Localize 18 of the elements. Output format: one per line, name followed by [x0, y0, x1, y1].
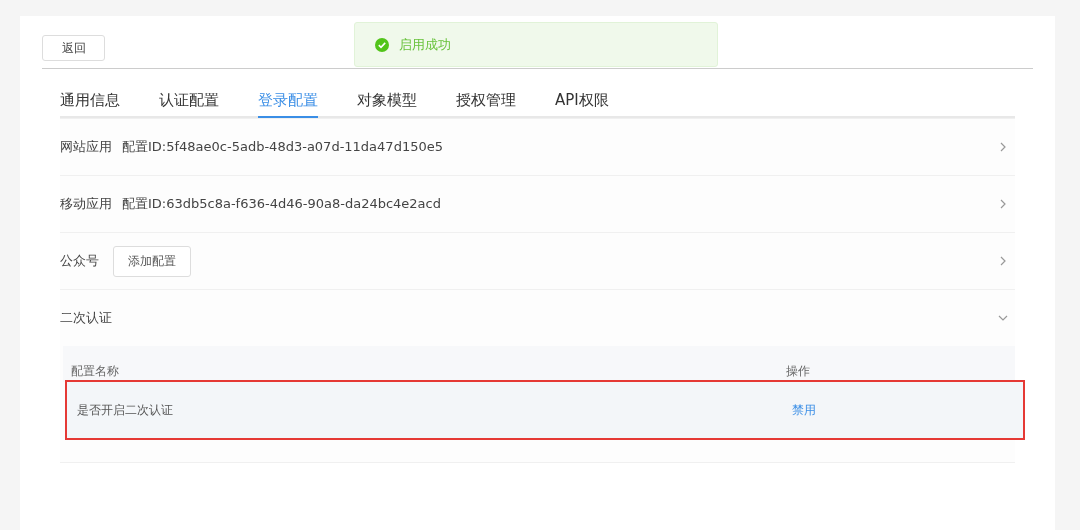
tab[interactable]: 对象模型	[357, 91, 417, 118]
column-header: 配置名称	[70, 363, 120, 380]
config-id: 配置ID:63db5c8a-f636-4d46-90a8-da24bc4e2acd	[122, 195, 441, 213]
toast-message: 启用成功	[399, 35, 451, 54]
add-config-button[interactable]: 添加配置	[113, 245, 191, 277]
section-label: 公众号	[60, 252, 99, 270]
back-button[interactable]: 返回	[42, 35, 105, 61]
tab[interactable]: API权限	[555, 91, 609, 118]
tab[interactable]: 授权管理	[456, 91, 516, 118]
column-header: 操作	[786, 363, 810, 380]
section-label: 二次认证	[60, 309, 112, 327]
tab[interactable]: 通用信息	[60, 91, 120, 118]
tab[interactable]: 认证配置	[159, 91, 219, 118]
check-circle-icon	[375, 37, 389, 52]
section-label: 网站应用	[60, 138, 112, 156]
table-cell-text: 是否开启二次认证	[76, 401, 174, 419]
config-id: 配置ID:5f48ae0c-5adb-48d3-a07d-11da47d150e5	[122, 138, 443, 156]
section-label: 移动应用	[60, 195, 112, 213]
